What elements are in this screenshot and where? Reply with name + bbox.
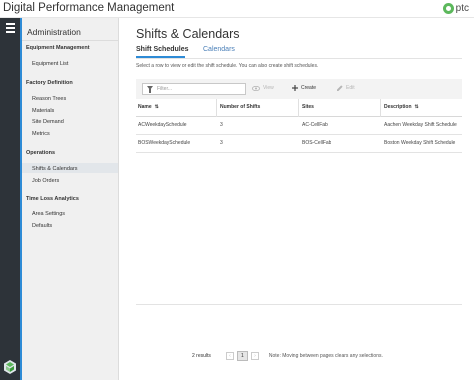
main-content: Shifts & Calendars Shift Schedules Calen… [120,18,474,380]
column-header-sites[interactable]: Sites [302,104,314,110]
sidebar-item-shifts-calendars[interactable]: Shifts & Calendars [32,166,78,172]
sidebar-item-site-demand[interactable]: Site Demand [32,119,64,125]
sidebar-item-materials[interactable]: Materials [32,108,54,114]
column-header-description-label: Description [384,104,412,110]
sidebar-group-time-loss-analytics: Time Loss Analytics [26,196,79,202]
grid-header: Name ⇅ Number of Shifts Sites Descriptio… [136,99,462,117]
cell-number-of-shifts: 3 [220,122,223,128]
column-divider [216,99,217,117]
tab-divider [136,58,462,59]
column-divider [380,99,381,117]
pagination: 2 results ‹ 1 › Note: Moving between pag… [192,351,383,361]
ptc-logo-icon [442,3,454,14]
admin-sidebar: Administration Equipment Management Equi… [22,18,119,380]
column-header-sites-label: Sites [302,104,314,110]
cell-description: Aachen Weekday Shift Schedule [384,122,457,128]
column-header-name[interactable]: Name ⇅ [138,104,159,110]
sidebar-item-metrics[interactable]: Metrics [32,131,50,137]
edit-button[interactable]: Edit [337,85,355,91]
chevron-left-icon: ‹ [229,353,231,359]
sidebar-item-defaults[interactable]: Defaults [32,223,52,229]
edit-button-label: Edit [346,85,355,91]
view-button[interactable]: View [252,85,274,91]
plus-icon [292,85,298,91]
tab-shift-schedules[interactable]: Shift Schedules [136,46,189,53]
cell-sites: AC-CellFab [302,122,328,128]
sidebar-title: Administration [27,27,81,37]
grid-bottom-border [136,304,462,305]
table-row[interactable]: BOSWeekdaySchedule 3 BOS-CellFab Boston … [136,135,462,153]
sidebar-item-job-orders[interactable]: Job Orders [32,178,59,184]
create-button-label: Create [301,85,317,91]
filter-icon [147,86,153,93]
table-row[interactable]: ACWeekdaySchedule 3 AC-CellFab Aachen We… [136,117,462,135]
column-header-name-label: Name [138,104,152,110]
app-title: Digital Performance Management [3,2,175,14]
ptc-logo: ptc [442,3,469,14]
app-logo-icon [4,360,16,374]
sort-icon: ⇅ [414,104,419,110]
column-header-description[interactable]: Description ⇅ [384,104,419,110]
current-page[interactable]: 1 [236,351,248,361]
sidebar-item-area-settings[interactable]: Area Settings [32,211,65,217]
sidebar-divider [22,40,119,41]
cell-description: Boston Weekday Shift Schedule [384,140,456,146]
hamburger-menu-icon[interactable] [0,18,20,38]
nav-rail [0,18,22,380]
page-title: Shifts & Calendars [136,27,240,41]
filter-placeholder: Filter... [157,86,173,92]
sidebar-item-reason-trees[interactable]: Reason Trees [32,96,66,102]
grid-toolbar: Filter... View Create Edit [136,79,462,99]
cell-sites: BOS-CellFab [302,140,332,146]
column-header-number-of-shifts[interactable]: Number of Shifts [220,104,260,110]
eye-icon [252,85,260,91]
shift-schedules-grid: Name ⇅ Number of Shifts Sites Descriptio… [136,99,462,153]
cell-name: ACWeekdaySchedule [138,122,187,128]
sort-icon: ⇅ [154,104,159,110]
tab-calendars[interactable]: Calendars [203,46,235,53]
cell-number-of-shifts: 3 [220,140,223,146]
sidebar-item-equipment-list[interactable]: Equipment List [32,61,68,67]
sidebar-group-operations: Operations [26,150,56,156]
pagination-note: Note: Moving between pages clears any se… [268,353,383,359]
sidebar-group-factory-definition: Factory Definition [26,80,73,86]
view-button-label: View [263,85,274,91]
filter-input[interactable]: Filter... [142,83,246,95]
top-bar: Digital Performance Management ptc [0,0,474,18]
sidebar-group-equipment-management: Equipment Management [26,45,90,51]
column-divider [298,99,299,117]
ptc-logo-text: ptc [455,3,469,14]
next-page-button[interactable]: › [250,352,259,360]
cell-name: BOSWeekdaySchedule [138,140,191,146]
results-count: 2 results [192,353,211,359]
prev-page-button[interactable]: ‹ [225,352,234,360]
chevron-right-icon: › [254,353,256,359]
page-description: Select a row to view or edit the shift s… [136,63,319,69]
column-header-shifts-label: Number of Shifts [220,104,261,110]
create-button[interactable]: Create [292,85,316,91]
pencil-icon [337,85,343,91]
